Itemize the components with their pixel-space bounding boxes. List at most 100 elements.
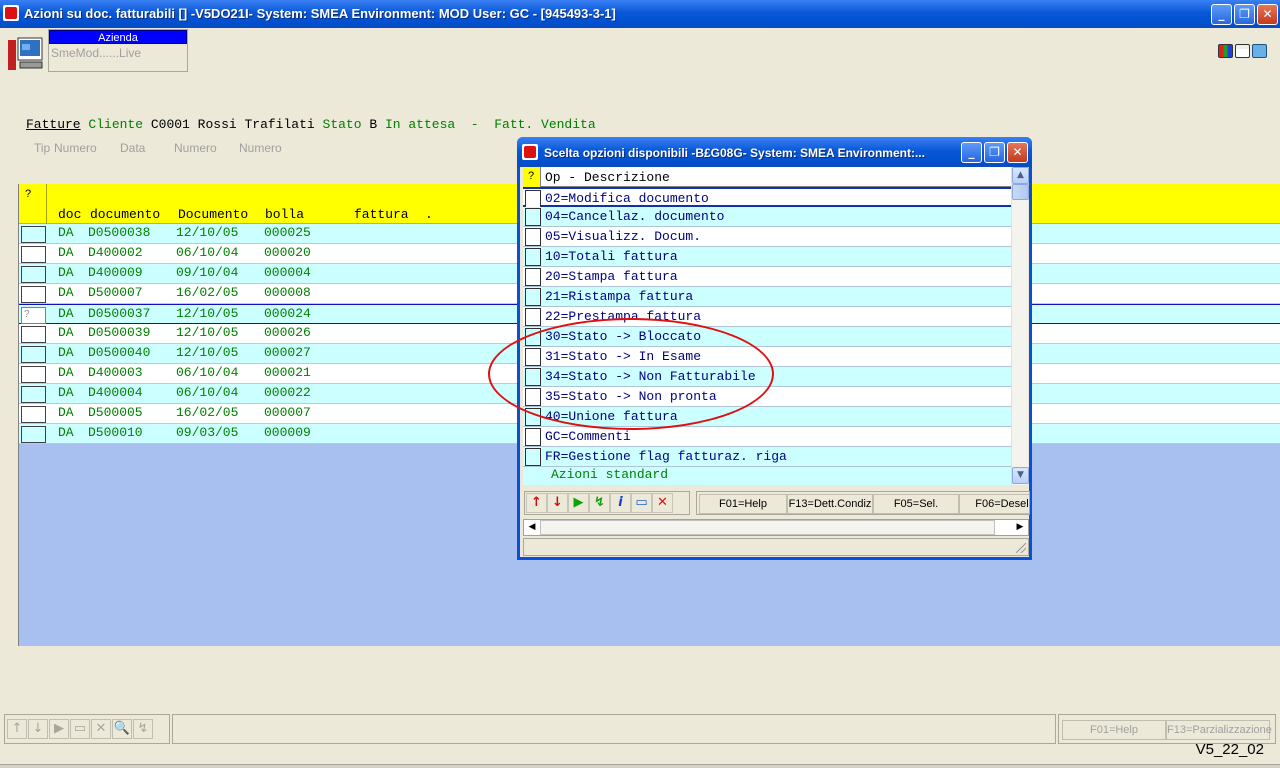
down-arrow-icon[interactable]: ↓: [547, 493, 568, 513]
option-select-input[interactable]: [525, 328, 541, 346]
row-option-input[interactable]: ?: [21, 307, 46, 324]
up-arrow-icon[interactable]: ↑: [7, 719, 27, 739]
cell-documento: D400004: [88, 385, 143, 400]
option-select-input[interactable]: [525, 308, 541, 326]
heading-dash: -: [470, 117, 479, 132]
f01-help-button[interactable]: F01=Help: [1062, 720, 1166, 740]
close-button[interactable]: ✕: [1257, 4, 1278, 25]
option-row[interactable]: 34=Stato -> Non Fatturabile: [523, 367, 1011, 387]
horizontal-scroll-thumb[interactable]: [540, 520, 995, 535]
option-label: 22=Prestampa fattura: [545, 309, 702, 324]
play-icon[interactable]: ▶: [49, 719, 69, 739]
option-row[interactable]: 22=Prestampa fattura: [523, 307, 1011, 327]
bottom-message-area: [172, 714, 1056, 744]
option-row[interactable]: 20=Stampa fattura: [523, 267, 1011, 287]
down-arrow-icon[interactable]: ↓: [28, 719, 48, 739]
subhdr-data: Data: [120, 141, 146, 155]
f13-parzializzazione-button[interactable]: F13=Parzializzazione: [1166, 720, 1272, 740]
dialog-minimize-button[interactable]: _: [961, 142, 982, 163]
refresh-icon[interactable]: ↯: [133, 719, 153, 739]
cell-doc: DA: [58, 405, 74, 420]
f01-help-button[interactable]: F01=Help: [699, 494, 787, 514]
option-select-input[interactable]: [525, 408, 541, 426]
option-select-input[interactable]: [525, 428, 541, 446]
row-option-input[interactable]: [21, 366, 46, 383]
tipo-label: Fatt. Vendita: [494, 117, 596, 132]
option-select-input[interactable]: [525, 448, 541, 466]
window-title: Azioni su doc. fatturabili [] -V5DO21I- …: [24, 6, 616, 21]
group-label: Azioni standard: [551, 467, 669, 482]
f06-desel-button[interactable]: F06=Desel: [959, 494, 1029, 514]
row-option-input[interactable]: [21, 426, 46, 443]
notes-icon[interactable]: [1235, 44, 1250, 58]
row-option-input[interactable]: [21, 346, 46, 363]
search-icon[interactable]: 🔍: [112, 719, 132, 739]
dialog-horizontal-scrollbar[interactable]: ◀ ▶: [523, 519, 1029, 536]
option-select-input[interactable]: [525, 208, 541, 226]
row-option-input[interactable]: [21, 286, 46, 303]
option-select-input[interactable]: [525, 268, 541, 286]
cancel-icon[interactable]: ✕: [91, 719, 111, 739]
options-help-button[interactable]: ?: [523, 167, 541, 187]
azienda-label: Azienda: [49, 30, 187, 44]
scroll-up-icon[interactable]: ▲: [1012, 167, 1029, 184]
option-select-input[interactable]: [525, 388, 541, 406]
eraser-icon[interactable]: ▭: [70, 719, 90, 739]
cube-icon[interactable]: [1252, 44, 1267, 58]
option-row[interactable]: 05=Visualizz. Docum.: [523, 227, 1011, 247]
option-row[interactable]: 35=Stato -> Non pronta: [523, 387, 1011, 407]
option-row[interactable]: 40=Unione fattura: [523, 407, 1011, 427]
row-option-input[interactable]: [21, 386, 46, 403]
azienda-box[interactable]: Azienda SmeMod......Live: [48, 29, 188, 72]
option-row[interactable]: 02=Modifica documento: [523, 187, 1011, 208]
dialog-close-button[interactable]: ✕: [1007, 142, 1028, 163]
option-select-input[interactable]: [525, 190, 541, 208]
cell-bolla: 000020: [264, 245, 311, 260]
palette-icon[interactable]: [1218, 44, 1233, 58]
grid-help-button[interactable]: ?: [25, 188, 31, 200]
cell-bolla: 000009: [264, 425, 311, 440]
option-select-input[interactable]: [525, 248, 541, 266]
up-arrow-icon[interactable]: ↑: [526, 493, 547, 513]
cliente-code: C0001: [150, 117, 190, 132]
dialog-maximize-button[interactable]: ❐: [984, 142, 1005, 163]
cell-doc: DA: [58, 245, 74, 260]
group-row: Azioni standard: [523, 467, 1011, 485]
scroll-right-icon[interactable]: ▶: [1012, 520, 1028, 535]
row-option-input[interactable]: [21, 246, 46, 263]
refresh-icon[interactable]: ↯: [589, 493, 610, 513]
cell-doc: DA: [58, 225, 74, 240]
option-row[interactable]: 30=Stato -> Bloccato: [523, 327, 1011, 347]
option-row[interactable]: FR=Gestione flag fatturaz. riga: [523, 447, 1011, 467]
option-row[interactable]: 10=Totali fattura: [523, 247, 1011, 267]
azienda-value: SmeMod......Live: [51, 46, 142, 60]
option-select-input[interactable]: [525, 348, 541, 366]
f05-sel-button[interactable]: F05=Sel.: [873, 494, 959, 514]
option-select-input[interactable]: [525, 368, 541, 386]
row-option-input[interactable]: [21, 226, 46, 243]
row-option-input[interactable]: [21, 326, 46, 343]
option-row[interactable]: GC=Commenti: [523, 427, 1011, 447]
computer-icon[interactable]: [6, 36, 44, 72]
option-row[interactable]: 21=Ristampa fattura: [523, 287, 1011, 307]
option-row[interactable]: 31=Stato -> In Esame: [523, 347, 1011, 367]
option-row[interactable]: 04=Cancellaz. documento: [523, 207, 1011, 227]
maximize-button[interactable]: ❐: [1234, 4, 1255, 25]
row-option-input[interactable]: [21, 406, 46, 423]
resize-grip-icon[interactable]: [1016, 543, 1026, 553]
option-select-input[interactable]: [525, 228, 541, 246]
row-option-input[interactable]: [21, 266, 46, 283]
cell-doc: DA: [58, 365, 74, 380]
eraser-icon[interactable]: ▭: [631, 493, 652, 513]
options-vertical-scrollbar[interactable]: ▲ ▼: [1011, 167, 1029, 485]
scroll-left-icon[interactable]: ◀: [524, 520, 540, 535]
scroll-down-icon[interactable]: ▼: [1012, 467, 1029, 484]
minimize-button[interactable]: _: [1211, 4, 1232, 25]
scroll-thumb[interactable]: [1012, 184, 1029, 200]
f13-dett-condiz-button[interactable]: F13=Dett.Condiz: [787, 494, 873, 514]
play-icon[interactable]: ▶: [568, 493, 589, 513]
option-select-input[interactable]: [525, 288, 541, 306]
cancel-icon[interactable]: ✕: [652, 493, 673, 513]
info-icon[interactable]: i: [610, 493, 631, 513]
option-label: 35=Stato -> Non pronta: [545, 389, 717, 404]
